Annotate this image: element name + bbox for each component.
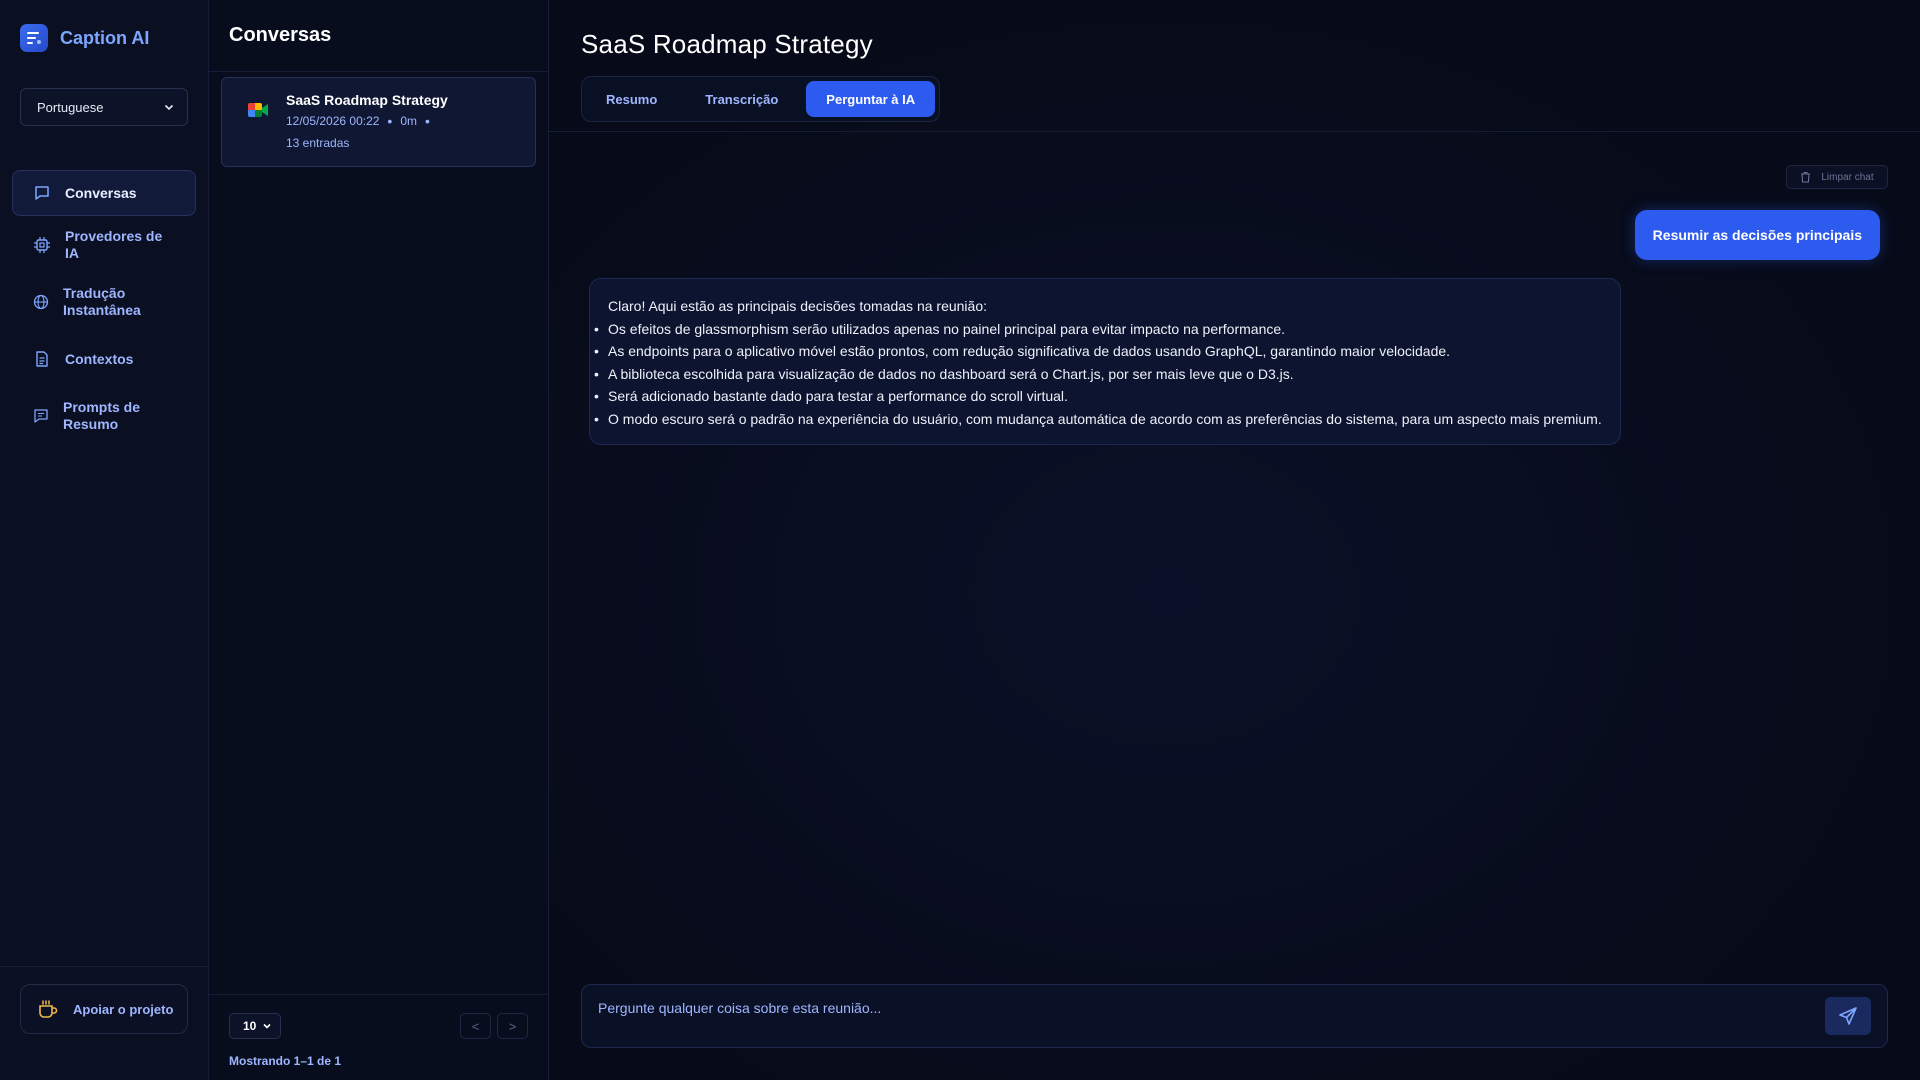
sidebar-item-label: Prompts de Resumo [63, 399, 141, 432]
pagination: < > [460, 1013, 528, 1039]
sidebar-item-prompts[interactable]: Prompts de Resumo [12, 388, 196, 444]
ai-message-list: Os efeitos de glassmorphism serão utiliz… [594, 318, 1602, 431]
conversation-title: SaaS Roadmap Strategy [286, 92, 448, 108]
conversation-list-title: Conversas [209, 0, 548, 72]
chevron-down-icon [164, 104, 174, 111]
sidebar: Caption AI Portuguese Conversas Provedor… [0, 0, 209, 1080]
conversation-date: 12/05/2026 00:22 [286, 114, 380, 128]
conversation-item[interactable]: SaaS Roadmap Strategy 12/05/2026 00:22 •… [221, 77, 536, 167]
app-logo-icon [20, 24, 48, 52]
send-icon [1839, 1007, 1857, 1025]
ai-message-intro: Claro! Aqui estão as principais decisões… [608, 298, 987, 314]
sidebar-nav: Conversas Provedores de IA Tradução Inst… [0, 170, 208, 444]
ai-message-bullet: A biblioteca escolhida para visualização… [594, 363, 1602, 386]
chat-input-box [581, 984, 1888, 1048]
sidebar-item-provedores[interactable]: Provedores de IA [12, 222, 196, 268]
tab-resumo[interactable]: Resumo [586, 81, 677, 117]
meta-separator: • [425, 113, 430, 129]
sidebar-item-label: Provedores de IA [65, 228, 163, 261]
sidebar-item-traducao[interactable]: Tradução Instantânea [12, 274, 196, 330]
brand[interactable]: Caption AI [0, 0, 208, 52]
clear-chat-button[interactable]: Limpar chat [1786, 165, 1888, 189]
conversation-entries: 13 entradas [286, 136, 350, 150]
ai-message-bubble: Claro! Aqui estão as principais decisões… [589, 278, 1621, 445]
sidebar-item-contextos[interactable]: Contextos [12, 336, 196, 382]
language-select[interactable]: Portuguese [20, 88, 188, 126]
support-project-button[interactable]: Apoiar o projeto [20, 984, 188, 1034]
coffee-cup-icon [39, 1000, 58, 1018]
cpu-chip-icon [34, 237, 50, 253]
page-title: SaaS Roadmap Strategy [581, 29, 873, 59]
ai-message-bullet: O modo escuro será o padrão na experiênc… [594, 408, 1602, 431]
message-lines-icon [34, 409, 48, 423]
ai-message-bullet: Os efeitos de glassmorphism serão utiliz… [594, 318, 1602, 341]
chevron-down-icon [263, 1023, 271, 1029]
chat-input[interactable] [598, 1000, 1698, 1016]
support-project-label: Apoiar o projeto [73, 1001, 174, 1017]
google-meet-icon [248, 103, 268, 117]
user-message-bubble: Resumir as decisões principais [1634, 210, 1880, 260]
meta-separator: • [387, 113, 393, 129]
conversation-meta: 12/05/2026 00:22 • 0m • [286, 114, 448, 128]
app-name: Caption AI [60, 27, 150, 48]
clear-chat-label: Limpar chat [1821, 171, 1874, 183]
send-button[interactable] [1825, 997, 1871, 1035]
prev-page-button[interactable]: < [460, 1013, 491, 1039]
page-size-value: 10 [243, 1019, 257, 1033]
sidebar-item-label: Conversas [65, 184, 137, 201]
sidebar-item-label: Contextos [65, 350, 134, 367]
page-size-select[interactable]: 10 [229, 1013, 281, 1039]
tab-transcricao[interactable]: Transcrição [685, 81, 798, 117]
conversation-list-panel: Conversas SaaS Roadmap Strategy 12/05/20… [209, 0, 549, 1080]
ai-message-bullet: As endpoints para o aplicativo móvel est… [594, 340, 1602, 363]
conversation-item-body: SaaS Roadmap Strategy 12/05/2026 00:22 •… [286, 92, 448, 166]
pagination-status: Mostrando 1–1 de 1 [229, 1054, 342, 1068]
sidebar-item-conversas[interactable]: Conversas [12, 170, 196, 216]
trash-icon [1801, 171, 1811, 183]
chat-bubble-icon [35, 186, 49, 200]
tab-perguntar-ia[interactable]: Perguntar à IA [806, 81, 936, 117]
document-icon [36, 351, 48, 367]
language-select-value: Portuguese [37, 99, 104, 115]
main-header: SaaS Roadmap Strategy Resumo Transcrição… [549, 0, 1920, 132]
conversation-duration: 0m [400, 114, 417, 128]
next-page-button[interactable]: > [497, 1013, 528, 1039]
sidebar-footer: Apoiar o projeto [0, 966, 208, 1080]
sidebar-item-label: Tradução Instantânea [63, 285, 141, 318]
globe-icon [33, 294, 49, 310]
tab-bar: Resumo Transcrição Perguntar à IA [581, 76, 941, 122]
ai-message-bullet: Será adicionado bastante dado para testa… [594, 385, 1602, 408]
main-panel: SaaS Roadmap Strategy Resumo Transcrição… [549, 0, 1920, 1080]
conversation-list-footer: 10 < > Mostrando 1–1 de 1 [209, 994, 548, 1080]
